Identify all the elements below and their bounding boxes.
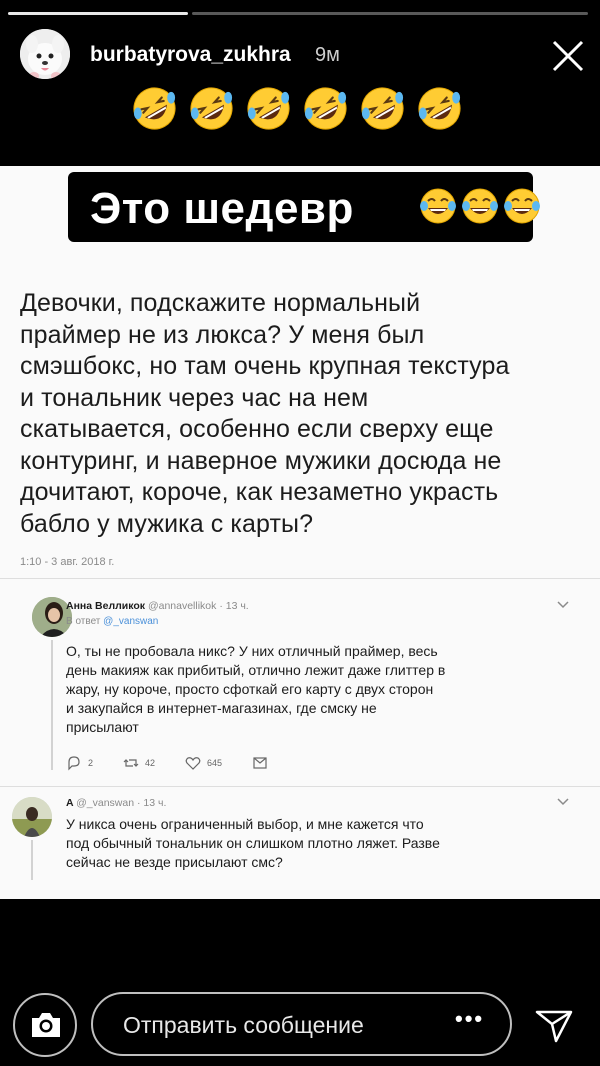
thread-line [31,840,33,880]
rofl-emoji [133,87,176,130]
avatar[interactable] [20,29,70,79]
reply-author-handle: @_vanswan · 13 ч. [76,797,167,809]
story-progress-remaining [192,12,588,15]
chevron-down-icon[interactable] [556,600,570,610]
message-placeholder: Отправить сообщение [123,1012,364,1038]
tweet-actions: 2 42 645 [66,753,366,773]
tweet-line: смэшбокс, но там очень крупная текстура [20,352,510,380]
reply-author: A @_vanswan · 13 ч. [66,797,166,809]
text-sticker: Это шедевр [68,172,540,242]
paper-plane-icon[interactable] [534,1005,574,1045]
reply-avatar [12,797,52,837]
tweet-line: скатывается, особенно если сверху еще [20,415,494,443]
like-action[interactable]: 645 [185,755,222,771]
divider [0,578,600,579]
reply-line: У никса очень ограниченный выбор, и мне … [66,816,424,832]
divider [0,786,600,787]
reply-line: и закупайся в интернет-магазинах, где см… [66,700,377,716]
person-avatar-icon [12,797,52,837]
reply-line: день макияж как прибитый, отлично лежит … [66,662,446,678]
rofl-emoji [304,87,347,130]
tweet-line: контуринг, и наверное мужики досюда не [20,446,502,475]
send-message-input[interactable]: Отправить сообщение ••• [91,992,512,1056]
reply-to-line: В ответ @_vanswan [66,616,158,627]
story-username[interactable]: burbatyrova_zukhra [90,43,291,67]
reply-body: О, ты не пробовала никс? У них отличный … [66,642,445,737]
more-options-button[interactable]: ••• [455,1006,484,1032]
heart-icon [185,757,201,770]
tweet-line: дочитают, короче, как незаметно украсть [20,478,499,506]
camera-button[interactable] [13,993,77,1057]
rofl-emoji [361,87,404,130]
sticker-emoji-group [418,186,542,226]
tweet-line: праймер не из люкса? У меня был [20,320,425,349]
like-count: 645 [207,758,223,768]
reply-to-handle[interactable]: @_vanswan [103,616,158,627]
tweet-line: бабло у мужика с карты? [20,509,314,538]
reply-author-handle: @annavellikok · 13 ч. [147,600,249,612]
reply-action[interactable]: 2 [66,755,93,771]
reply-author: Анна Велликок @annavellikok · 13 ч. [66,600,249,612]
reply-author-name: Анна Велликок [66,600,146,612]
rofl-emoji-row [130,84,475,134]
reply-line: присылают [66,719,139,735]
envelope-icon [253,757,267,769]
retweet-action[interactable]: 42 [123,755,155,771]
tweet-text: Девочки, подскажите нормальный праймер н… [20,288,590,540]
camera-icon [32,1013,60,1037]
reply-line: О, ты не пробовала никс? У них отличный … [66,643,438,659]
joy-emoji [504,188,540,224]
tweet-line: и тональник через час на нем [20,383,369,412]
rofl-emoji [418,87,461,130]
tweet-date: 1:10 - 3 авг. 2018 г. [20,556,115,568]
dog-avatar-icon [20,29,70,79]
sticker-text: Это шедевр [90,184,354,233]
story-progress-bar [8,12,588,15]
message-action[interactable] [252,755,274,771]
tweet-line: Девочки, подскажите нормальный [20,289,421,317]
reply-line: под обычный тональник он слишком плотно … [66,835,440,851]
reply-count: 2 [88,758,94,768]
story-progress-filled [8,12,188,15]
reply-icon [68,756,80,771]
thread-line [51,640,53,770]
retweet-count: 42 [145,758,156,768]
joy-emoji [420,188,456,224]
reply-line: жару, ну короче, просто сфоткай его карт… [66,681,434,697]
close-icon[interactable] [548,36,588,76]
joy-emoji [462,188,498,224]
reply-body: У никса очень ограниченный выбор, и мне … [66,815,440,872]
reply-to-prefix: В ответ [66,616,101,627]
story-time-ago: 9м [315,44,340,66]
rofl-emoji [247,87,290,130]
rofl-emoji [190,87,233,130]
reply-author-name: A [66,797,74,809]
reply-line: сейчас не везде присылают смс? [66,854,283,870]
chevron-down-icon[interactable] [556,797,570,807]
retweet-icon [123,759,139,767]
